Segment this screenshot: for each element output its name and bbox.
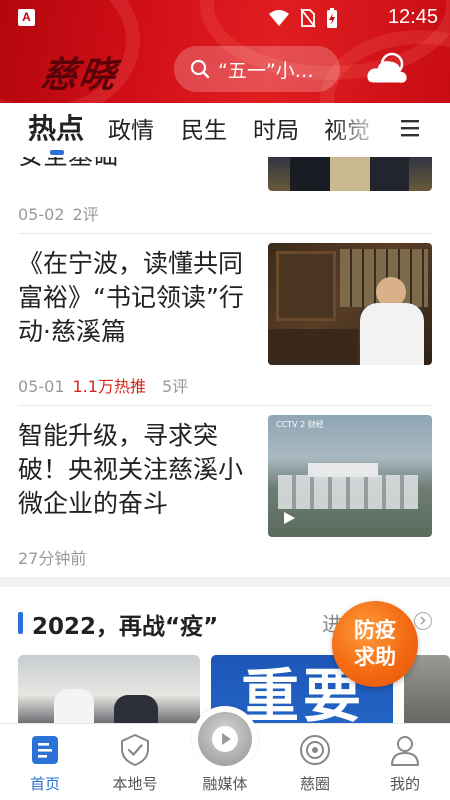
nav-home[interactable]: 首页 xyxy=(0,724,90,800)
news-comments: 2评 xyxy=(72,205,99,224)
divider xyxy=(18,233,432,234)
media-play-button[interactable] xyxy=(192,706,258,772)
play-icon xyxy=(284,512,295,524)
check-badge-icon xyxy=(121,734,149,766)
news-title: 《在宁波，读懂共同富裕》“书记领读”行动·慈溪篇 xyxy=(18,249,244,346)
status-icons xyxy=(268,8,338,28)
user-icon xyxy=(391,736,419,766)
epidemic-help-button[interactable]: 防疫 求助 xyxy=(332,601,418,687)
nav-local[interactable]: 本地号 xyxy=(90,724,180,800)
hot-badge: 1.1万热推 xyxy=(72,377,146,396)
tab-fade xyxy=(330,103,390,157)
no-sim-icon xyxy=(300,8,316,28)
nav-label: 首页 xyxy=(29,775,60,793)
nav-circle[interactable]: 慈圈 xyxy=(270,724,360,800)
nav-label: 本地号 xyxy=(112,775,158,793)
nav-label: 慈圈 xyxy=(299,775,330,793)
home-doc-icon xyxy=(32,736,58,764)
category-tabs: 热点 政情 民生 时局 视觉 xyxy=(0,103,450,157)
section-title: 2022，再战“疫” xyxy=(32,614,219,640)
news-date: 05-02 xyxy=(18,205,65,224)
cloud-icon[interactable] xyxy=(366,52,408,86)
status-bar: A 12:45 xyxy=(0,0,450,36)
tab-hot[interactable]: 热点 xyxy=(28,107,84,147)
badge-line2: 求助 xyxy=(354,644,396,669)
app-notification-icon: A xyxy=(18,9,35,26)
news-time: 27分钟前 xyxy=(18,549,87,568)
thumb-caption: CCTV 2 财经 xyxy=(276,420,324,429)
play-icon xyxy=(212,726,238,752)
section-gap xyxy=(0,577,450,587)
nav-label: 融媒体 xyxy=(202,775,248,793)
news-item[interactable]: 安全基础 05-02 2评 xyxy=(18,157,432,232)
tab-active-indicator xyxy=(50,150,64,155)
news-title: 安全基础 xyxy=(18,157,256,173)
wifi-icon xyxy=(269,10,289,26)
news-title: 智能升级，寻求突破！央视关注慈溪小微企业的奋斗 xyxy=(18,421,244,518)
news-meta: 05-01 1.1万热推 5评 xyxy=(18,373,188,397)
target-icon xyxy=(300,735,330,765)
news-meta: 05-02 2评 xyxy=(18,201,99,225)
media-play-disc xyxy=(198,712,252,766)
app-header: A 12:45 慈晓 “五一”小… xyxy=(0,0,450,103)
app-logo[interactable]: 慈晓 xyxy=(38,46,141,96)
news-meta: 27分钟前 xyxy=(18,545,86,569)
news-thumbnail xyxy=(268,243,432,365)
news-thumbnail xyxy=(268,157,432,191)
tab-livelihood[interactable]: 民生 xyxy=(181,111,227,145)
news-comments: 5评 xyxy=(161,377,189,396)
menu-icon[interactable] xyxy=(401,118,419,138)
news-item[interactable]: 智能升级，寻求突破！央视关注慈溪小微企业的奋斗 CCTV 2 财经 27分钟前 xyxy=(18,415,432,575)
nav-label: 我的 xyxy=(389,775,420,793)
status-time: 12:45 xyxy=(387,6,438,28)
divider xyxy=(18,405,432,406)
tab-current-affairs[interactable]: 时局 xyxy=(253,111,299,145)
topic-card[interactable] xyxy=(18,655,200,723)
nav-profile[interactable]: 我的 xyxy=(360,724,450,800)
video-thumbnail: CCTV 2 财经 xyxy=(268,415,432,537)
battery-charging-icon xyxy=(327,8,337,28)
section-accent xyxy=(18,612,23,634)
badge-line1: 防疫 xyxy=(354,617,396,642)
news-item[interactable]: 《在宁波，读懂共同富裕》“书记领读”行动·慈溪篇 05-01 1.1万热推 5评 xyxy=(18,243,432,403)
news-date: 05-01 xyxy=(18,377,65,396)
search-bar[interactable]: “五一”小… xyxy=(174,46,340,92)
search-icon xyxy=(190,59,210,79)
search-placeholder: “五一”小… xyxy=(218,59,314,82)
tab-politics[interactable]: 政情 xyxy=(108,111,154,145)
